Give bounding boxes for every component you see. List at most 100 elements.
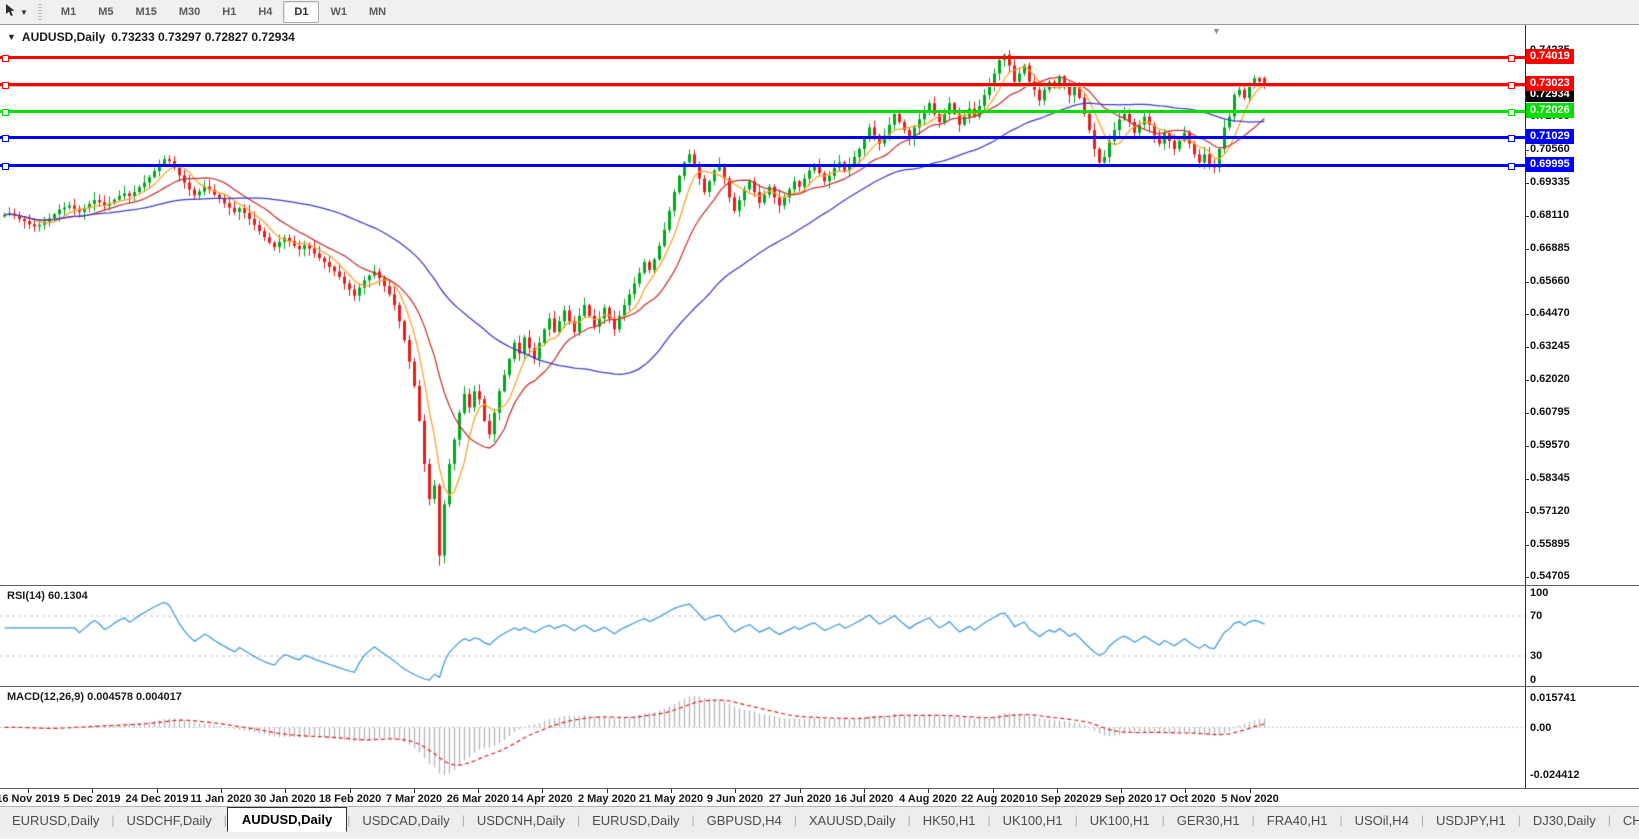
hline-drag-handle[interactable] bbox=[2, 82, 9, 89]
price-tick-label: 0.54705 bbox=[1530, 570, 1570, 582]
hline-drag-handle[interactable] bbox=[2, 135, 9, 142]
cursor-icon bbox=[4, 3, 17, 22]
date-label: 2 May 2020 bbox=[577, 793, 637, 805]
date-label: 16 Nov 2019 bbox=[0, 793, 60, 805]
date-label: 5 Nov 2020 bbox=[1221, 793, 1279, 805]
horizontal-line-0.73023[interactable] bbox=[0, 82, 1525, 89]
rsi-chart-canvas[interactable] bbox=[0, 586, 1525, 686]
date-label: 10 Sep 2020 bbox=[1025, 793, 1089, 805]
macd-chart-canvas[interactable] bbox=[0, 687, 1525, 787]
tab-usdcad-daily[interactable]: USDCAD,Daily bbox=[350, 810, 461, 831]
horizontal-line-0.69995[interactable] bbox=[0, 163, 1525, 170]
candlestick-chart-canvas[interactable] bbox=[0, 25, 1525, 585]
tab-dj30-daily[interactable]: DJ30,Daily bbox=[1521, 810, 1608, 831]
chart-tab-bar: EURUSD,Daily | USDCHF,Daily | AUDUSD,Daily | U… bbox=[0, 806, 1639, 833]
tab-uk100-h1[interactable]: UK100,H1 bbox=[1078, 810, 1162, 831]
tab-eurusd-daily[interactable]: EURUSD,Daily bbox=[0, 810, 111, 831]
chart-shift-marker-icon[interactable]: ▼ bbox=[1212, 26, 1221, 36]
price-tick-label: 0.68110 bbox=[1530, 209, 1570, 221]
date-label: 4 Aug 2020 bbox=[899, 793, 957, 805]
date-label: 24 Dec 2019 bbox=[125, 793, 189, 805]
current-price-line bbox=[0, 86, 1525, 87]
tab-eurusd-daily[interactable]: EURUSD,Daily bbox=[580, 810, 691, 831]
tab-xauusd-daily[interactable]: XAUUSD,Daily bbox=[797, 810, 908, 831]
toolbar-grip-handle[interactable] bbox=[37, 4, 42, 20]
price-badge-0.73023: 0.73023 bbox=[1526, 76, 1574, 91]
date-label: 30 Jan 2020 bbox=[254, 793, 316, 805]
title-dropdown-icon[interactable]: ▼ bbox=[7, 32, 16, 42]
hline-drag-handle[interactable] bbox=[2, 109, 9, 116]
date-label: 16 Jul 2020 bbox=[834, 793, 894, 805]
date-label: 27 Jun 2020 bbox=[768, 793, 832, 805]
tab-china300-h1[interactable]: CHINA300,H1 bbox=[1611, 810, 1639, 831]
timeframe-button-w1[interactable]: W1 bbox=[319, 1, 358, 23]
hline-drag-handle[interactable] bbox=[2, 163, 9, 170]
macd-tick-label: -0.024412 bbox=[1530, 769, 1580, 781]
price-tick-label: 0.60795 bbox=[1530, 406, 1570, 418]
timeframe-button-m1[interactable]: M1 bbox=[50, 1, 87, 23]
date-label: 14 Apr 2020 bbox=[511, 793, 573, 805]
tab-uk100-h1[interactable]: UK100,H1 bbox=[991, 810, 1075, 831]
macd-label: MACD(12,26,9) 0.004578 0.004017 bbox=[7, 691, 182, 703]
horizontal-line-0.71029[interactable] bbox=[0, 135, 1525, 142]
tab-usdcnh-daily[interactable]: USDCNH,Daily bbox=[465, 810, 577, 831]
timeframe-button-d1[interactable]: D1 bbox=[283, 1, 320, 23]
top-toolbar: ▼ M1 M5 M15 M30 H1 H4 D1 W1 MN bbox=[0, 0, 1639, 25]
rsi-tick-label: 0 bbox=[1530, 674, 1537, 686]
price-tick-label: 0.64470 bbox=[1530, 307, 1570, 319]
price-chart-panel: ▼ AUDUSD,Daily 0.73233 0.73297 0.72827 0… bbox=[0, 25, 1639, 585]
tab-gbpusd-h4[interactable]: GBPUSD,H4 bbox=[695, 810, 794, 831]
price-tick-label: 0.59570 bbox=[1530, 439, 1570, 451]
tab-ger30-h1[interactable]: GER30,H1 bbox=[1165, 810, 1252, 831]
price-tick-label: 0.69335 bbox=[1530, 176, 1570, 188]
tab-usdchf-daily[interactable]: USDCHF,Daily bbox=[115, 810, 224, 831]
tab-fra40-h1[interactable]: FRA40,H1 bbox=[1255, 810, 1340, 831]
price-tick-label: 0.55895 bbox=[1530, 538, 1570, 550]
price-badge-0.72026: 0.72026 bbox=[1526, 103, 1574, 118]
hline-drag-handle[interactable] bbox=[1508, 55, 1515, 62]
cursor-tool-button[interactable]: ▼ bbox=[0, 0, 32, 24]
chart-ohlc-values: 0.73233 0.73297 0.72827 0.72934 bbox=[111, 30, 295, 44]
tab-audusd-daily[interactable]: AUDUSD,Daily bbox=[226, 807, 348, 832]
rsi-label: RSI(14) 60.1304 bbox=[7, 590, 88, 602]
price-badge-0.74019: 0.74019 bbox=[1526, 49, 1574, 64]
rsi-tick-label: 70 bbox=[1530, 610, 1543, 622]
date-label: 18 Feb 2020 bbox=[318, 793, 382, 805]
date-label: 11 Jan 2020 bbox=[190, 793, 252, 805]
hline-drag-handle[interactable] bbox=[1508, 82, 1515, 89]
timeframe-button-m5[interactable]: M5 bbox=[87, 1, 124, 23]
price-badge-0.69995: 0.69995 bbox=[1526, 157, 1574, 172]
timeframe-button-m30[interactable]: M30 bbox=[168, 1, 211, 23]
date-label: 21 May 2020 bbox=[638, 793, 704, 805]
price-tick-label: 0.70560 bbox=[1530, 143, 1570, 155]
timeframe-button-m15[interactable]: M15 bbox=[124, 1, 167, 23]
macd-tick-label: 0.015741 bbox=[1530, 692, 1576, 704]
tab-usdjpy-h1[interactable]: USDJPY,H1 bbox=[1424, 810, 1518, 831]
chevron-down-icon: ▼ bbox=[20, 7, 28, 17]
date-label: 17 Oct 2020 bbox=[1154, 793, 1216, 805]
hline-drag-handle[interactable] bbox=[1508, 163, 1515, 170]
tab-hk50-h1[interactable]: HK50,H1 bbox=[911, 810, 988, 831]
hline-drag-handle[interactable] bbox=[1508, 109, 1515, 116]
horizontal-line-0.74019[interactable] bbox=[0, 55, 1525, 62]
chart-symbol-label: AUDUSD,Daily bbox=[21, 30, 106, 44]
hline-drag-handle[interactable] bbox=[1508, 135, 1515, 142]
hline-drag-handle[interactable] bbox=[2, 55, 9, 62]
price-tick-label: 0.57120 bbox=[1530, 505, 1570, 517]
date-label: 5 Dec 2019 bbox=[63, 793, 121, 805]
timeframe-button-mn[interactable]: MN bbox=[358, 1, 397, 23]
horizontal-line-0.72026[interactable] bbox=[0, 109, 1525, 116]
macd-tick-label: 0.00 bbox=[1530, 722, 1552, 734]
price-badge-0.71029: 0.71029 bbox=[1526, 129, 1574, 144]
price-tick-label: 0.58345 bbox=[1530, 472, 1570, 484]
tab-usoil-h4[interactable]: USOil,H4 bbox=[1343, 810, 1421, 831]
date-label: 29 Sep 2020 bbox=[1089, 793, 1153, 805]
date-axis[interactable]: 16 Nov 2019 5 Dec 2019 24 Dec 2019 11 Jan 2… bbox=[0, 788, 1639, 807]
price-tick-label: 0.66885 bbox=[1530, 242, 1570, 254]
macd-indicator-panel: MACD(12,26,9) 0.004578 0.004017 bbox=[0, 686, 1639, 789]
date-label: 9 Jun 2020 bbox=[706, 793, 764, 805]
price-tick-label: 0.62020 bbox=[1530, 373, 1570, 385]
date-label: 26 Mar 2020 bbox=[446, 793, 510, 805]
timeframe-button-h1[interactable]: H1 bbox=[211, 1, 247, 23]
timeframe-button-h4[interactable]: H4 bbox=[247, 1, 283, 23]
